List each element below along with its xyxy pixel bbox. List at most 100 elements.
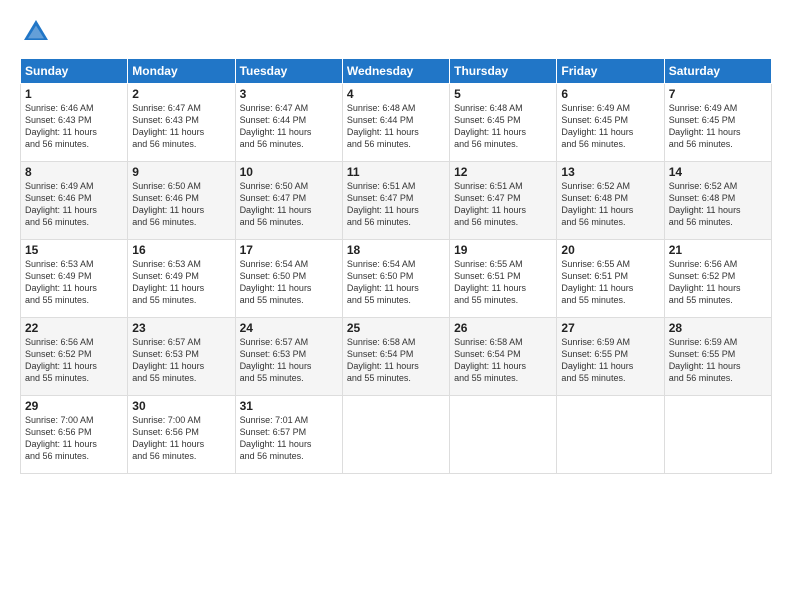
day-info: Sunrise: 6:49 AM Sunset: 6:45 PM Dayligh… [561, 102, 659, 151]
day-number: 3 [240, 87, 338, 101]
day-info: Sunrise: 6:58 AM Sunset: 6:54 PM Dayligh… [454, 336, 552, 385]
calendar-cell: 17Sunrise: 6:54 AM Sunset: 6:50 PM Dayli… [235, 240, 342, 318]
day-number: 14 [669, 165, 767, 179]
header [20, 16, 772, 48]
day-number: 21 [669, 243, 767, 257]
day-number: 12 [454, 165, 552, 179]
day-info: Sunrise: 6:59 AM Sunset: 6:55 PM Dayligh… [561, 336, 659, 385]
day-info: Sunrise: 6:51 AM Sunset: 6:47 PM Dayligh… [347, 180, 445, 229]
calendar-cell: 27Sunrise: 6:59 AM Sunset: 6:55 PM Dayli… [557, 318, 664, 396]
day-number: 15 [25, 243, 123, 257]
calendar-cell: 5Sunrise: 6:48 AM Sunset: 6:45 PM Daylig… [450, 84, 557, 162]
day-number: 6 [561, 87, 659, 101]
calendar-cell: 18Sunrise: 6:54 AM Sunset: 6:50 PM Dayli… [342, 240, 449, 318]
day-number: 9 [132, 165, 230, 179]
day-info: Sunrise: 6:53 AM Sunset: 6:49 PM Dayligh… [132, 258, 230, 307]
calendar-header-saturday: Saturday [664, 59, 771, 84]
day-number: 24 [240, 321, 338, 335]
calendar-cell: 7Sunrise: 6:49 AM Sunset: 6:45 PM Daylig… [664, 84, 771, 162]
calendar-cell: 2Sunrise: 6:47 AM Sunset: 6:43 PM Daylig… [128, 84, 235, 162]
day-info: Sunrise: 6:59 AM Sunset: 6:55 PM Dayligh… [669, 336, 767, 385]
page: SundayMondayTuesdayWednesdayThursdayFrid… [0, 0, 792, 612]
day-number: 26 [454, 321, 552, 335]
calendar-header-wednesday: Wednesday [342, 59, 449, 84]
calendar-header-monday: Monday [128, 59, 235, 84]
day-number: 20 [561, 243, 659, 257]
day-info: Sunrise: 6:56 AM Sunset: 6:52 PM Dayligh… [25, 336, 123, 385]
day-info: Sunrise: 6:58 AM Sunset: 6:54 PM Dayligh… [347, 336, 445, 385]
day-info: Sunrise: 6:49 AM Sunset: 6:46 PM Dayligh… [25, 180, 123, 229]
day-number: 11 [347, 165, 445, 179]
calendar-header-friday: Friday [557, 59, 664, 84]
calendar-week-3: 15Sunrise: 6:53 AM Sunset: 6:49 PM Dayli… [21, 240, 772, 318]
day-info: Sunrise: 6:48 AM Sunset: 6:44 PM Dayligh… [347, 102, 445, 151]
day-info: Sunrise: 7:01 AM Sunset: 6:57 PM Dayligh… [240, 414, 338, 463]
day-info: Sunrise: 7:00 AM Sunset: 6:56 PM Dayligh… [132, 414, 230, 463]
day-number: 18 [347, 243, 445, 257]
day-number: 17 [240, 243, 338, 257]
day-info: Sunrise: 6:52 AM Sunset: 6:48 PM Dayligh… [669, 180, 767, 229]
day-number: 8 [25, 165, 123, 179]
calendar-week-2: 8Sunrise: 6:49 AM Sunset: 6:46 PM Daylig… [21, 162, 772, 240]
calendar: SundayMondayTuesdayWednesdayThursdayFrid… [20, 58, 772, 474]
calendar-cell [557, 396, 664, 474]
logo-icon [20, 16, 52, 48]
calendar-cell: 8Sunrise: 6:49 AM Sunset: 6:46 PM Daylig… [21, 162, 128, 240]
day-number: 2 [132, 87, 230, 101]
day-info: Sunrise: 6:50 AM Sunset: 6:46 PM Dayligh… [132, 180, 230, 229]
logo [20, 16, 56, 48]
calendar-header-sunday: Sunday [21, 59, 128, 84]
day-info: Sunrise: 6:54 AM Sunset: 6:50 PM Dayligh… [347, 258, 445, 307]
day-number: 28 [669, 321, 767, 335]
calendar-cell: 13Sunrise: 6:52 AM Sunset: 6:48 PM Dayli… [557, 162, 664, 240]
calendar-week-5: 29Sunrise: 7:00 AM Sunset: 6:56 PM Dayli… [21, 396, 772, 474]
calendar-cell: 11Sunrise: 6:51 AM Sunset: 6:47 PM Dayli… [342, 162, 449, 240]
day-info: Sunrise: 6:49 AM Sunset: 6:45 PM Dayligh… [669, 102, 767, 151]
calendar-cell: 14Sunrise: 6:52 AM Sunset: 6:48 PM Dayli… [664, 162, 771, 240]
calendar-cell: 1Sunrise: 6:46 AM Sunset: 6:43 PM Daylig… [21, 84, 128, 162]
calendar-cell: 30Sunrise: 7:00 AM Sunset: 6:56 PM Dayli… [128, 396, 235, 474]
day-info: Sunrise: 6:55 AM Sunset: 6:51 PM Dayligh… [454, 258, 552, 307]
day-number: 5 [454, 87, 552, 101]
calendar-cell: 20Sunrise: 6:55 AM Sunset: 6:51 PM Dayli… [557, 240, 664, 318]
calendar-cell: 29Sunrise: 7:00 AM Sunset: 6:56 PM Dayli… [21, 396, 128, 474]
calendar-header-row: SundayMondayTuesdayWednesdayThursdayFrid… [21, 59, 772, 84]
calendar-cell: 26Sunrise: 6:58 AM Sunset: 6:54 PM Dayli… [450, 318, 557, 396]
day-number: 19 [454, 243, 552, 257]
calendar-cell: 6Sunrise: 6:49 AM Sunset: 6:45 PM Daylig… [557, 84, 664, 162]
calendar-week-1: 1Sunrise: 6:46 AM Sunset: 6:43 PM Daylig… [21, 84, 772, 162]
day-number: 16 [132, 243, 230, 257]
day-number: 22 [25, 321, 123, 335]
day-info: Sunrise: 6:55 AM Sunset: 6:51 PM Dayligh… [561, 258, 659, 307]
day-info: Sunrise: 6:47 AM Sunset: 6:43 PM Dayligh… [132, 102, 230, 151]
day-number: 27 [561, 321, 659, 335]
calendar-cell: 9Sunrise: 6:50 AM Sunset: 6:46 PM Daylig… [128, 162, 235, 240]
day-info: Sunrise: 6:52 AM Sunset: 6:48 PM Dayligh… [561, 180, 659, 229]
calendar-cell: 31Sunrise: 7:01 AM Sunset: 6:57 PM Dayli… [235, 396, 342, 474]
calendar-cell: 19Sunrise: 6:55 AM Sunset: 6:51 PM Dayli… [450, 240, 557, 318]
day-number: 4 [347, 87, 445, 101]
day-info: Sunrise: 6:53 AM Sunset: 6:49 PM Dayligh… [25, 258, 123, 307]
day-info: Sunrise: 6:56 AM Sunset: 6:52 PM Dayligh… [669, 258, 767, 307]
calendar-cell: 23Sunrise: 6:57 AM Sunset: 6:53 PM Dayli… [128, 318, 235, 396]
calendar-cell [342, 396, 449, 474]
day-info: Sunrise: 6:47 AM Sunset: 6:44 PM Dayligh… [240, 102, 338, 151]
calendar-cell: 10Sunrise: 6:50 AM Sunset: 6:47 PM Dayli… [235, 162, 342, 240]
day-info: Sunrise: 7:00 AM Sunset: 6:56 PM Dayligh… [25, 414, 123, 463]
day-number: 25 [347, 321, 445, 335]
day-number: 13 [561, 165, 659, 179]
day-info: Sunrise: 6:46 AM Sunset: 6:43 PM Dayligh… [25, 102, 123, 151]
day-number: 30 [132, 399, 230, 413]
calendar-cell: 22Sunrise: 6:56 AM Sunset: 6:52 PM Dayli… [21, 318, 128, 396]
calendar-cell [450, 396, 557, 474]
day-info: Sunrise: 6:54 AM Sunset: 6:50 PM Dayligh… [240, 258, 338, 307]
calendar-cell: 25Sunrise: 6:58 AM Sunset: 6:54 PM Dayli… [342, 318, 449, 396]
calendar-cell: 12Sunrise: 6:51 AM Sunset: 6:47 PM Dayli… [450, 162, 557, 240]
calendar-cell: 28Sunrise: 6:59 AM Sunset: 6:55 PM Dayli… [664, 318, 771, 396]
calendar-cell: 4Sunrise: 6:48 AM Sunset: 6:44 PM Daylig… [342, 84, 449, 162]
calendar-cell: 15Sunrise: 6:53 AM Sunset: 6:49 PM Dayli… [21, 240, 128, 318]
calendar-cell [664, 396, 771, 474]
calendar-header-tuesday: Tuesday [235, 59, 342, 84]
day-info: Sunrise: 6:57 AM Sunset: 6:53 PM Dayligh… [240, 336, 338, 385]
calendar-cell: 3Sunrise: 6:47 AM Sunset: 6:44 PM Daylig… [235, 84, 342, 162]
